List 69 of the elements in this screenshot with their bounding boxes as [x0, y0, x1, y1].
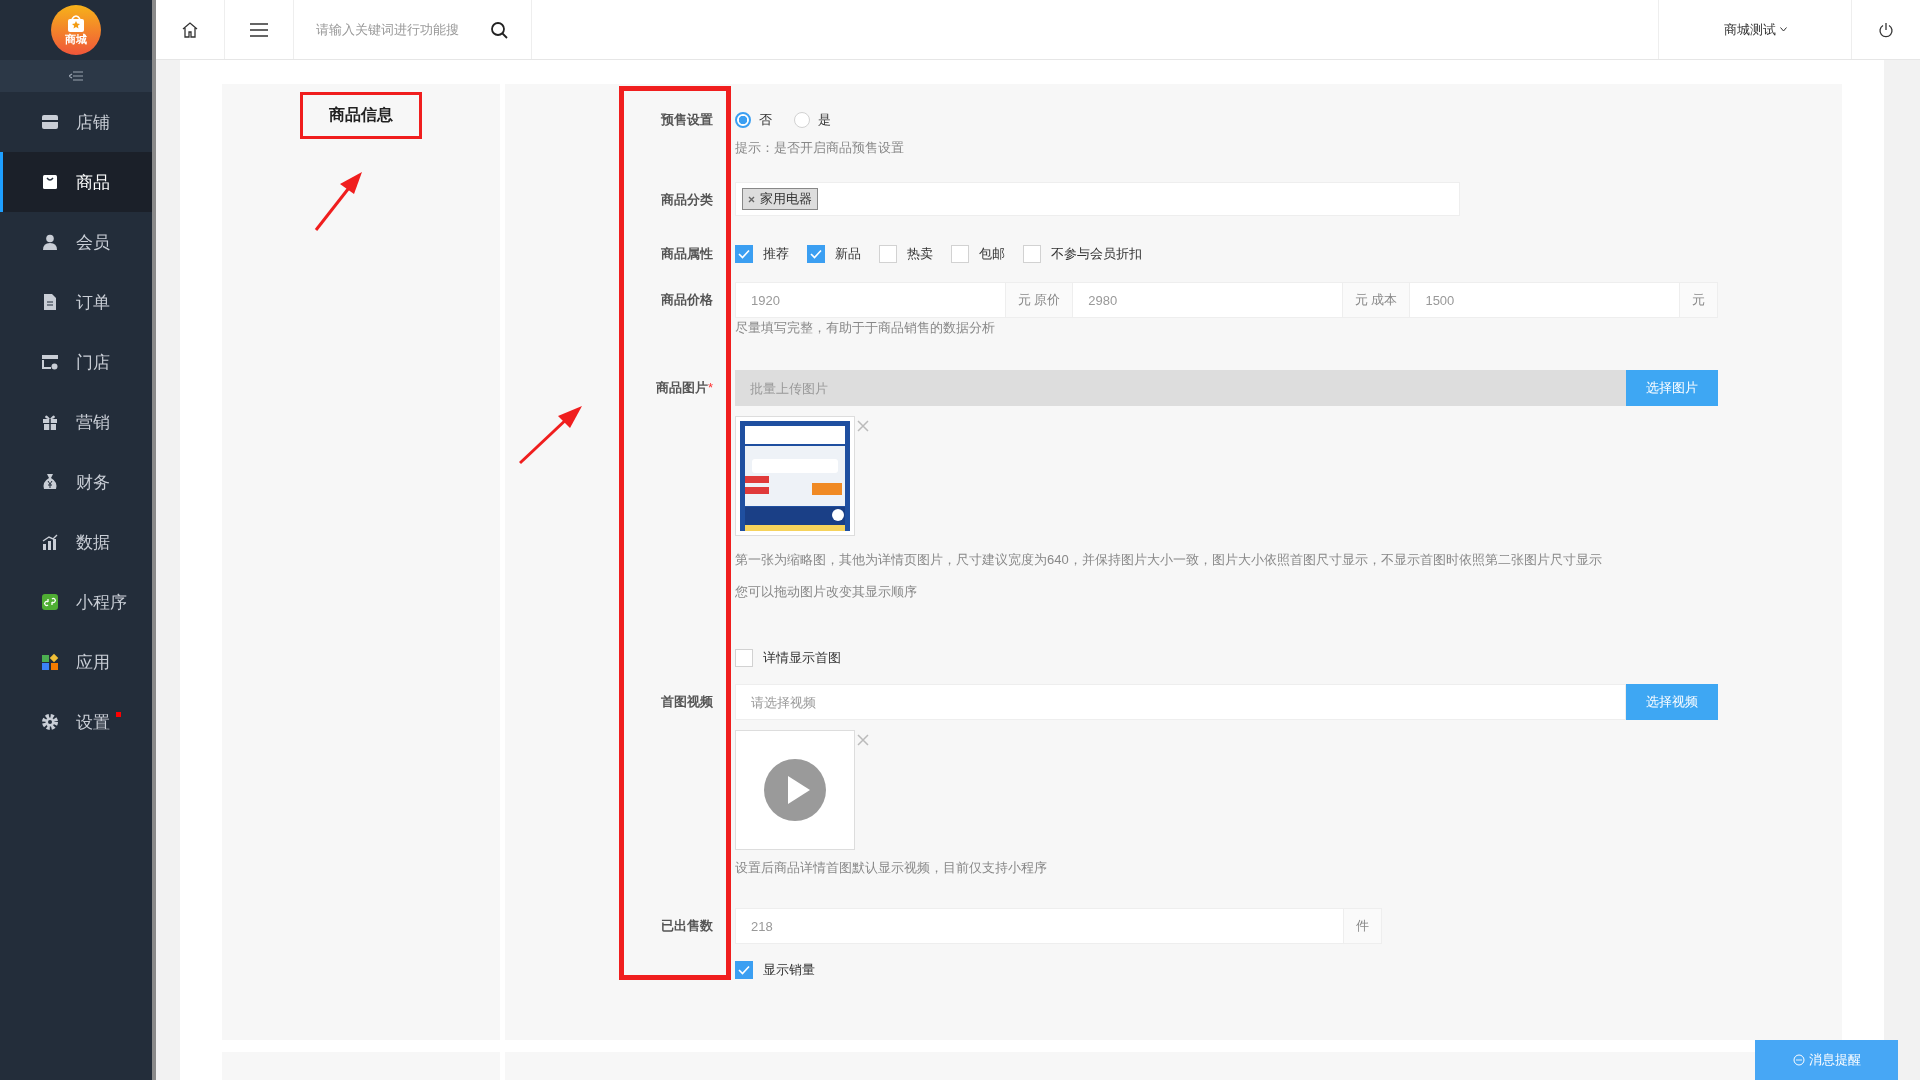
checkbox-option[interactable]: 包邮 [951, 245, 1005, 263]
chart-icon [40, 532, 60, 552]
field-label: 商品图片* [654, 379, 714, 397]
hint-text: 尽量填写完整，有助于于商品销售的数据分析 [735, 319, 996, 337]
hint-text: 第一张为缩略图，其他为详情页图片，尺寸建议宽度为640，并保持图片大小一致，图片大小依照首图尺寸显示，不显示首图时依照第二张图片尺寸显示 [735, 551, 1603, 569]
field-label: 首图视频 [660, 693, 714, 711]
field-label: 商品属性 [660, 245, 714, 263]
hint-text: 您可以拖动图片改变其显示顺序 [735, 583, 918, 601]
checkbox-option[interactable]: 不参与会员折扣 [1023, 245, 1142, 263]
caret-icon [1779, 27, 1787, 32]
unit-label: 件 [1344, 908, 1382, 944]
hint-text: 提示：是否开启商品预售设置 [735, 139, 904, 157]
checkbox-option[interactable]: 详情显示首图 [735, 649, 841, 667]
video-field[interactable]: 请选择视频 [735, 684, 1626, 720]
check-icon [738, 965, 750, 975]
bag-icon [40, 172, 60, 192]
home-icon [181, 20, 199, 39]
gift-icon [40, 412, 60, 432]
field-label: 已出售数 [660, 917, 714, 935]
field-label: 预售设置 [660, 111, 714, 129]
check-icon [738, 249, 750, 259]
unit-label: 元 原价 [1005, 282, 1074, 318]
radio-option[interactable]: 否 [735, 111, 772, 129]
close-icon[interactable] [857, 420, 869, 432]
search-icon [490, 20, 508, 39]
shop-icon [40, 112, 60, 132]
sidebar-item[interactable]: 设置 [0, 692, 152, 752]
section-title: 商品信息 [300, 92, 422, 139]
power-icon [1878, 21, 1894, 38]
sidebar-item[interactable]: 会员 [0, 212, 152, 272]
collapse-icon [69, 71, 83, 81]
check-icon [810, 249, 822, 259]
unit-label: 元 成本 [1342, 282, 1411, 318]
play-icon [764, 759, 826, 821]
sidebar-item[interactable]: 订单 [0, 272, 152, 332]
apps-icon [40, 652, 60, 672]
arrow [518, 406, 582, 465]
sidebar-item[interactable]: 营销 [0, 392, 152, 452]
field-label: 商品价格 [660, 291, 714, 309]
store-dropdown[interactable]: 商城测试 [1658, 0, 1852, 59]
arrow [314, 172, 362, 231]
sidebar-item[interactable]: 财务 [0, 452, 152, 512]
checkbox-option[interactable]: 新品 [807, 245, 861, 263]
checkbox-option[interactable]: 推荐 [735, 245, 789, 263]
checkbox-option[interactable]: 热卖 [879, 245, 933, 263]
sidebar-item[interactable]: 数据 [0, 512, 152, 572]
sidebar-item[interactable]: 商品 [0, 152, 152, 212]
sidebar-item[interactable]: 应用 [0, 632, 152, 692]
sidebar-item[interactable]: 小程序 [0, 572, 152, 632]
radio-option[interactable]: 是 [794, 111, 831, 129]
sidebar-item[interactable]: 门店 [0, 332, 152, 392]
search-field[interactable]: 请输入关键词进行功能搜 [314, 21, 490, 38]
unit-label: 元 [1680, 282, 1718, 318]
user-icon [40, 232, 60, 252]
category-field[interactable]: 家用电器 [735, 182, 1460, 216]
link-icon [40, 592, 60, 612]
category-tag[interactable]: 家用电器 [742, 188, 818, 210]
upload-field[interactable]: 批量上传图片 [735, 370, 1626, 406]
field-label: 商品分类 [660, 191, 714, 209]
gear-icon [40, 712, 60, 732]
hint-text: 设置后商品详情首图默认显示视频，目前仅支持小程序 [735, 859, 1048, 877]
menu-icon [250, 22, 268, 37]
sidebar-item[interactable]: 店铺 [0, 92, 152, 152]
video-thumbnail[interactable] [735, 730, 855, 850]
close-icon [748, 195, 755, 203]
store-icon [40, 352, 60, 372]
bag-icon [66, 15, 86, 33]
close-icon[interactable] [857, 734, 869, 746]
checkbox-option[interactable]: 显示销量 [735, 961, 815, 979]
